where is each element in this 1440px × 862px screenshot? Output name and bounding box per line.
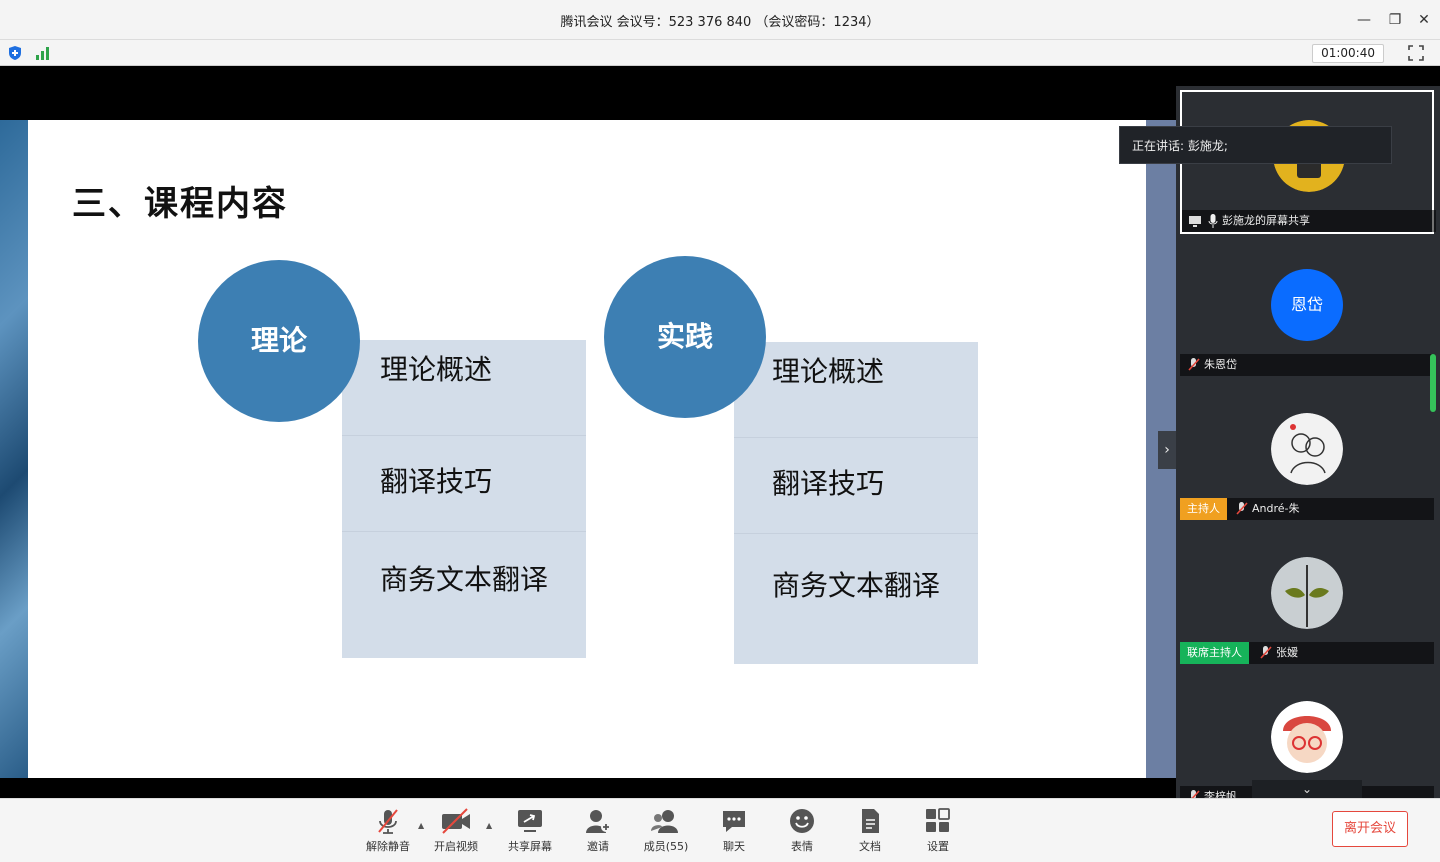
meeting-window: 腾讯会议 会议号：523 376 840 （会议密码：1234） — ❐ ✕ 0… xyxy=(0,0,1440,862)
cohost-badge: 联席主持人 xyxy=(1180,642,1249,664)
unmute-button[interactable]: 解除静音 xyxy=(356,807,420,857)
signal-icon[interactable] xyxy=(35,46,51,60)
list-item: 商务文本翻译 xyxy=(380,563,549,596)
list-item: 理论概述 xyxy=(734,342,978,438)
practice-circle: 实践 xyxy=(604,256,766,418)
share-screen-button[interactable]: 共享屏幕 xyxy=(498,807,562,857)
tile-label: 彭施龙的屏幕共享 xyxy=(1182,210,1436,232)
video-off-icon xyxy=(442,808,470,834)
theory-circle: 理论 xyxy=(198,260,360,422)
list-item: 翻译技巧 xyxy=(734,438,978,534)
avatar xyxy=(1271,701,1343,773)
share-screen-icon xyxy=(518,810,542,832)
shared-screen-area: 三、课程内容 理论概述 翻译技巧 商务文本翻译 理论 理论概述 翻译技巧 商务文… xyxy=(0,66,1176,839)
members-icon xyxy=(651,810,678,833)
host-badge: 主持人 xyxy=(1180,498,1227,520)
theory-panel: 理论概述 翻译技巧 商务文本翻译 xyxy=(342,340,586,658)
slide-background-strip xyxy=(0,120,28,778)
mic-icon xyxy=(1208,214,1218,228)
add-user-icon xyxy=(586,810,611,833)
participant-tile[interactable]: 联席主持人 张嫒 xyxy=(1180,524,1434,664)
window-title: 腾讯会议 会议号：523 376 840 （会议密码：1234） xyxy=(560,15,880,30)
emoji-button[interactable]: 表情 xyxy=(770,807,834,857)
leave-meeting-button[interactable]: 离开会议 xyxy=(1332,811,1408,847)
sidebar-scrollbar[interactable] xyxy=(1430,354,1436,412)
settings-grid-icon xyxy=(926,808,950,832)
screen-share-icon xyxy=(1189,216,1201,227)
participant-tile[interactable]: 主持人 André-朱 xyxy=(1180,380,1434,520)
presentation-slide: 三、课程内容 理论概述 翻译技巧 商务文本翻译 理论 理论概述 翻译技巧 商务文… xyxy=(28,120,1146,778)
list-item: 商务文本翻译 xyxy=(772,569,941,602)
video-options-icon[interactable]: ▲ xyxy=(486,821,496,830)
tile-label: 朱恩岱 xyxy=(1180,354,1434,376)
members-button[interactable]: 成员(55) xyxy=(634,807,698,857)
avatar: 恩岱 xyxy=(1271,269,1343,341)
mic-muted-icon xyxy=(378,809,398,834)
mic-muted-icon xyxy=(1236,502,1248,515)
emoji-icon xyxy=(790,809,814,833)
fullscreen-icon[interactable] xyxy=(1408,45,1424,61)
tile-label: 联席主持人 张嫒 xyxy=(1180,642,1434,664)
settings-button[interactable]: 设置 xyxy=(906,807,970,857)
tile-label: 主持人 André-朱 xyxy=(1180,498,1434,520)
participant-sidebar: 彭施龙的屏幕共享 恩岱 朱恩岱 主持人 André-朱 联席主持人 张嫒 李梓帆 xyxy=(1176,86,1440,798)
chat-button[interactable]: 聊天 xyxy=(702,807,766,857)
meeting-timer: 01:00:40 xyxy=(1312,44,1384,63)
documents-button[interactable]: 文档 xyxy=(838,807,902,857)
mic-muted-icon xyxy=(1188,358,1200,371)
invite-button[interactable]: 邀请 xyxy=(566,807,630,857)
speaking-indicator: 正在讲话: 彭施龙; xyxy=(1119,126,1392,164)
mic-muted-icon xyxy=(1260,646,1272,659)
avatar xyxy=(1271,413,1343,485)
shield-icon[interactable] xyxy=(8,46,22,60)
mic-muted-icon xyxy=(1191,790,1200,798)
close-icon[interactable]: ✕ xyxy=(1414,10,1434,30)
list-item: 理论概述 xyxy=(342,340,586,436)
start-video-button[interactable]: 开启视频 xyxy=(424,807,488,857)
collapse-sidebar-button[interactable]: › xyxy=(1158,431,1176,469)
chevron-down-icon[interactable]: ⌄ xyxy=(1252,780,1362,798)
restore-icon[interactable]: ❐ xyxy=(1385,10,1405,30)
slide-title: 三、课程内容 xyxy=(72,184,288,224)
chat-icon xyxy=(723,811,745,832)
document-icon xyxy=(862,809,879,833)
info-bar: 01:00:40 xyxy=(0,40,1440,66)
bottom-toolbar: 解除静音 ▲ 开启视频 ▲ 共享屏幕 邀请 成员(55) 聊天 表情 文档 设置… xyxy=(0,798,1440,862)
participant-tile[interactable]: 李梓帆 xyxy=(1180,668,1434,798)
avatar xyxy=(1271,557,1343,629)
title-bar: 腾讯会议 会议号：523 376 840 （会议密码：1234） — ❐ ✕ xyxy=(0,0,1440,40)
participant-tile[interactable]: 恩岱 朱恩岱 xyxy=(1180,236,1434,376)
list-item: 翻译技巧 xyxy=(342,436,586,532)
minimize-icon[interactable]: — xyxy=(1354,10,1374,30)
practice-panel: 理论概述 翻译技巧 商务文本翻译 xyxy=(734,342,978,664)
